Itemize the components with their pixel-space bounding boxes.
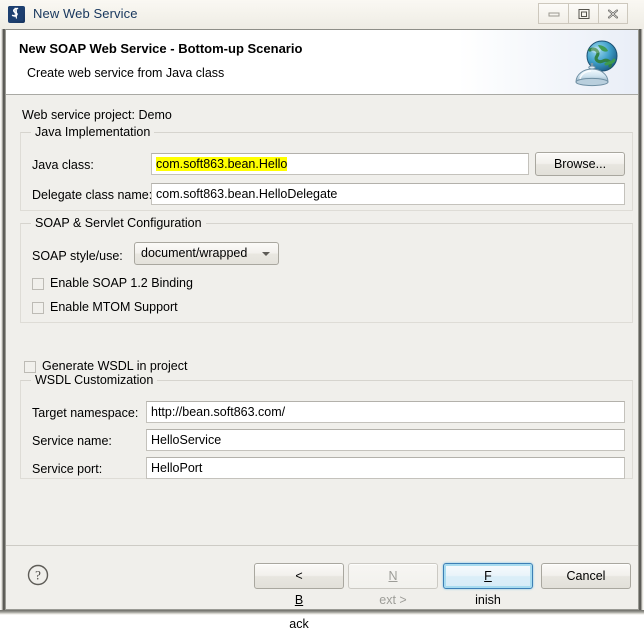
minimize-button[interactable] [538, 3, 568, 24]
soap-style-use-select[interactable]: document/wrapped [134, 242, 279, 265]
target-namespace-label: Target namespace: [32, 406, 139, 420]
close-button[interactable] [598, 3, 628, 24]
svg-text:?: ? [35, 568, 41, 583]
restore-button[interactable] [568, 3, 598, 24]
globe-service-icon [570, 36, 624, 90]
enable-soap12-binding-checkbox[interactable] [32, 278, 44, 290]
service-name-input[interactable]: HelloService [146, 429, 625, 451]
java-class-input[interactable]: com.soft863.bean.Hello [151, 153, 529, 175]
finish-button[interactable]: Finish [443, 563, 533, 607]
service-name-value: HelloService [151, 433, 222, 447]
target-namespace-value: http://bean.soft863.com/ [151, 405, 286, 419]
web-service-project-line: Web service project: Demo [22, 108, 172, 122]
back-button-prefix: < [295, 569, 303, 583]
window-border-right [639, 29, 644, 610]
finish-button-suffix: inish [475, 593, 501, 607]
browse-button-label: Browse... [553, 157, 607, 171]
generate-wsdl-in-project-checkbox[interactable] [24, 361, 36, 373]
target-namespace-input[interactable]: http://bean.soft863.com/ [146, 401, 625, 423]
help-question-icon[interactable]: ? [26, 563, 50, 587]
soap-style-use-label: SOAP style/use: [32, 249, 123, 263]
dialog-client-area: New SOAP Web Service - Bottom-up Scenari… [5, 29, 639, 631]
finish-button-mnemonic: F [484, 569, 492, 583]
web-service-icon [8, 6, 25, 23]
wsdl-customization-group-label: WSDL Customization [31, 373, 158, 387]
delegate-class-name-label: Delegate class name: [32, 188, 153, 202]
cancel-button[interactable]: Cancel [541, 563, 631, 589]
browse-button[interactable]: Browse... [535, 152, 625, 176]
page-title: New SOAP Web Service - Bottom-up Scenari… [19, 41, 303, 56]
next-button-mnemonic: N [388, 569, 398, 583]
title-bar: New Web Service [0, 0, 644, 30]
delegate-class-name-value: com.soft863.bean.HelloDelegate [156, 187, 338, 201]
wizard-header: New SOAP Web Service - Bottom-up Scenari… [6, 30, 638, 95]
back-button-suffix: ack [289, 617, 309, 631]
service-port-input[interactable]: HelloPort [146, 457, 625, 479]
enable-soap12-binding-label: Enable SOAP 1.2 Binding [50, 276, 193, 290]
chevron-down-icon [262, 252, 270, 256]
dialog-button-bar: ? < Back Next > Finish Cancel [6, 545, 638, 631]
back-button[interactable]: < Back [254, 563, 344, 631]
enable-mtom-support-checkbox[interactable] [32, 302, 44, 314]
service-port-value: HelloPort [151, 461, 203, 475]
wizard-body: Web service project: Demo Java Implement… [6, 95, 638, 545]
cancel-button-suffix: Cancel [566, 569, 606, 583]
page-subtitle: Create web service from Java class [27, 66, 225, 80]
next-button: Next > [348, 563, 438, 607]
next-button-suffix: ext > [379, 593, 407, 607]
service-port-label: Service port: [32, 462, 103, 476]
window-title: New Web Service [33, 6, 138, 21]
java-class-value: com.soft863.bean.Hello [156, 157, 288, 171]
service-name-label: Service name: [32, 434, 112, 448]
soap-servlet-configuration-group-label: SOAP & Servlet Configuration [31, 216, 206, 230]
enable-mtom-support-label: Enable MTOM Support [50, 300, 178, 314]
soap-style-use-value: document/wrapped [141, 246, 248, 260]
java-class-label: Java class: [32, 158, 94, 172]
delegate-class-name-input[interactable]: com.soft863.bean.HelloDelegate [151, 183, 625, 205]
generate-wsdl-in-project-label: Generate WSDL in project [42, 359, 188, 373]
java-implementation-group-label: Java Implementation [31, 125, 155, 139]
new-web-service-dialog: New Web Service New SOAP Web Service - B… [0, 0, 644, 631]
back-button-mnemonic: B [294, 593, 304, 607]
